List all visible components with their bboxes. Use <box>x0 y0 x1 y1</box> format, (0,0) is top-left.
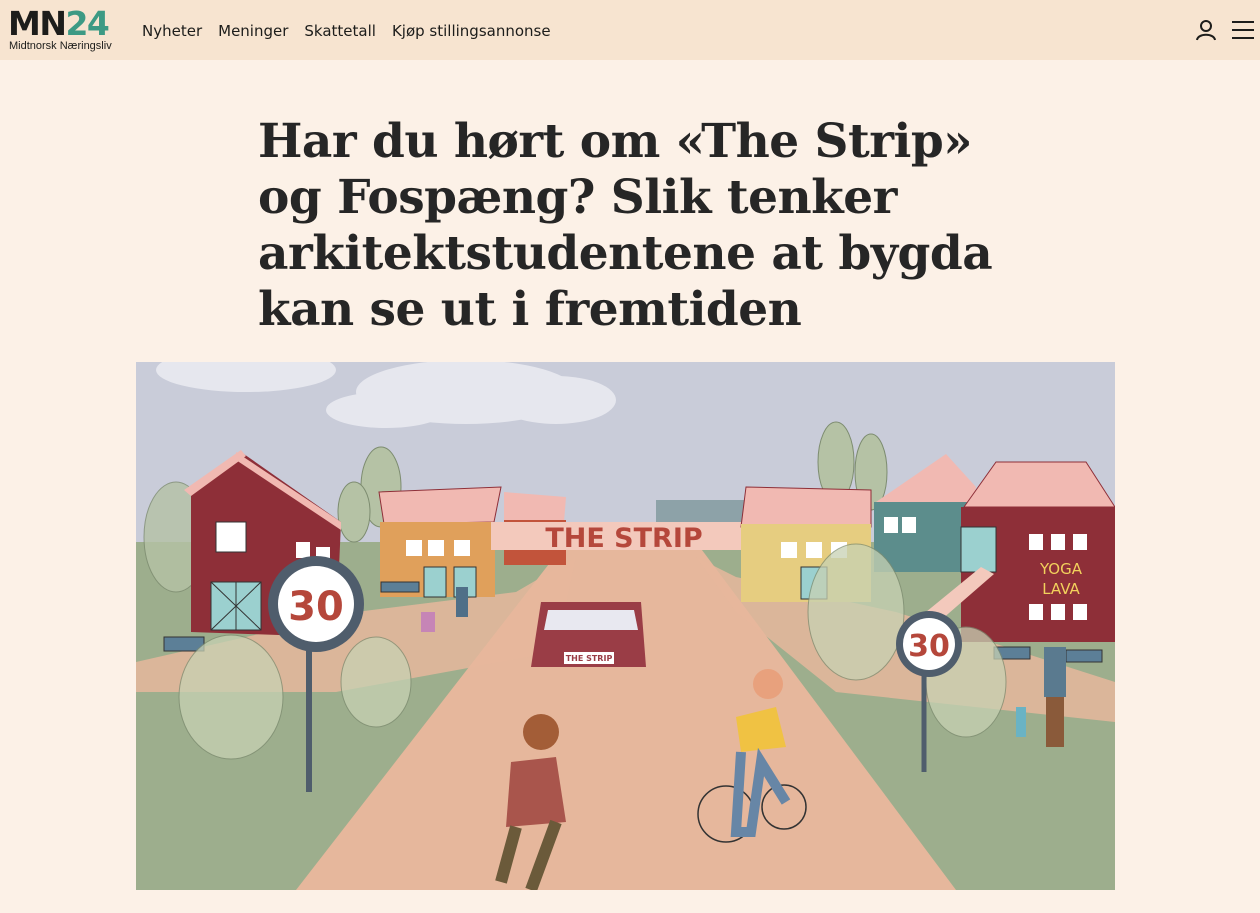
article-illustration: THE STRIP YOGA LAVA 30 30 THE STRIP <box>136 362 1115 890</box>
far-building <box>656 500 746 525</box>
car-plate-text: THE STRIP <box>566 654 613 663</box>
hamburger-menu-icon[interactable] <box>1231 19 1255 41</box>
banner-text: THE STRIP <box>545 523 702 554</box>
logo-wordmark: MN24 <box>8 4 110 43</box>
shop-sign-lava: LAVA <box>1042 580 1080 598</box>
shop-sign-yoga: YOGA <box>1039 560 1083 578</box>
nav-item-meninger[interactable]: Meninger <box>218 20 288 42</box>
speed-limit-right-text: 30 <box>908 629 950 664</box>
article-headline: Har du hørt om «The Strip» og Fospæng? S… <box>258 114 993 337</box>
main-nav: Nyheter Meninger Skattetall Kjøp stillin… <box>142 20 567 42</box>
site-header: MN24 Midtnorsk Næringsliv Nyheter Mening… <box>0 0 1260 60</box>
red-car: THE STRIP <box>531 602 646 667</box>
nav-item-nyheter[interactable]: Nyheter <box>142 20 202 42</box>
user-icon[interactable] <box>1194 18 1218 42</box>
nav-item-kjop-stillingsannonse[interactable]: Kjøp stillingsannonse <box>392 20 551 42</box>
nav-item-skattetall[interactable]: Skattetall <box>304 20 376 42</box>
logo-subtitle: Midtnorsk Næringsliv <box>9 40 112 52</box>
site-logo[interactable]: MN24 Midtnorsk Næringsliv <box>8 6 128 56</box>
speed-limit-left-text: 30 <box>288 584 344 630</box>
